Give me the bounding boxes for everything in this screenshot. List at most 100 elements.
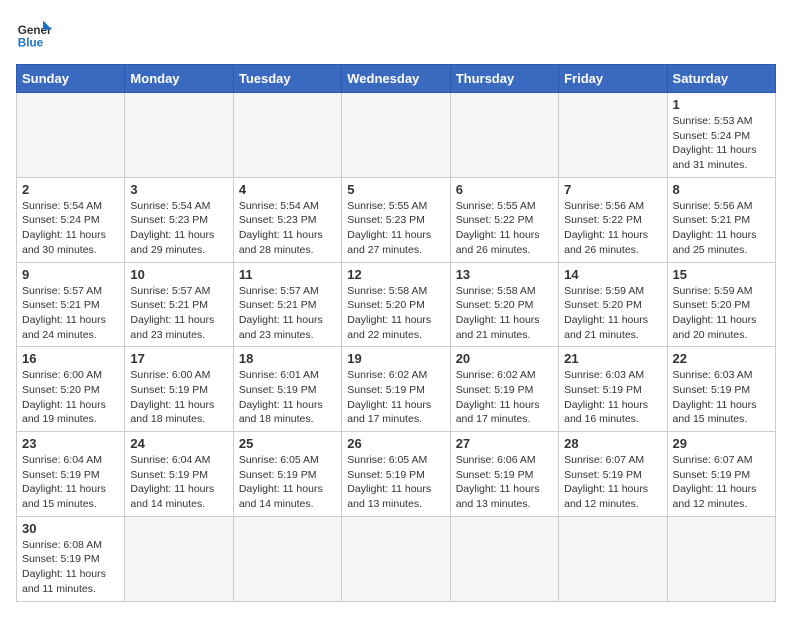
weekday-header-thursday: Thursday <box>450 65 558 93</box>
day-info: Sunrise: 5:55 AM Sunset: 5:22 PM Dayligh… <box>456 199 553 258</box>
day-info: Sunrise: 5:54 AM Sunset: 5:23 PM Dayligh… <box>239 199 336 258</box>
day-number: 20 <box>456 351 553 366</box>
day-number: 16 <box>22 351 119 366</box>
day-info: Sunrise: 6:07 AM Sunset: 5:19 PM Dayligh… <box>564 453 661 512</box>
day-number: 1 <box>673 97 770 112</box>
day-number: 11 <box>239 267 336 282</box>
day-number: 19 <box>347 351 444 366</box>
calendar-cell <box>559 93 667 178</box>
header: General Blue <box>16 16 776 52</box>
day-info: Sunrise: 6:02 AM Sunset: 5:19 PM Dayligh… <box>456 368 553 427</box>
day-info: Sunrise: 5:58 AM Sunset: 5:20 PM Dayligh… <box>456 284 553 343</box>
day-info: Sunrise: 6:05 AM Sunset: 5:19 PM Dayligh… <box>239 453 336 512</box>
day-number: 26 <box>347 436 444 451</box>
day-number: 13 <box>456 267 553 282</box>
day-info: Sunrise: 5:56 AM Sunset: 5:22 PM Dayligh… <box>564 199 661 258</box>
day-info: Sunrise: 6:03 AM Sunset: 5:19 PM Dayligh… <box>673 368 770 427</box>
calendar-cell: 25 Sunrise: 6:05 AM Sunset: 5:19 PM Dayli… <box>233 432 341 517</box>
day-info: Sunrise: 5:59 AM Sunset: 5:20 PM Dayligh… <box>673 284 770 343</box>
calendar-cell: 22 Sunrise: 6:03 AM Sunset: 5:19 PM Dayli… <box>667 347 775 432</box>
calendar-cell: 12 Sunrise: 5:58 AM Sunset: 5:20 PM Dayli… <box>342 262 450 347</box>
weekday-header-monday: Monday <box>125 65 233 93</box>
calendar-cell: 29Sunrise: 6:07 AM Sunset: 5:19 PM Dayli… <box>667 432 775 517</box>
day-info: Sunrise: 6:07 AM Sunset: 5:19 PM Dayligh… <box>673 453 770 512</box>
day-info: Sunrise: 5:53 AM Sunset: 5:24 PM Dayligh… <box>673 114 770 173</box>
day-number: 21 <box>564 351 661 366</box>
calendar-cell: 1 Sunrise: 5:53 AM Sunset: 5:24 PM Daylig… <box>667 93 775 178</box>
day-number: 8 <box>673 182 770 197</box>
logo: General Blue <box>16 16 52 52</box>
calendar-cell: 15 Sunrise: 5:59 AM Sunset: 5:20 PM Dayli… <box>667 262 775 347</box>
calendar-cell: 19 Sunrise: 6:02 AM Sunset: 5:19 PM Dayli… <box>342 347 450 432</box>
day-info: Sunrise: 6:04 AM Sunset: 5:19 PM Dayligh… <box>130 453 227 512</box>
day-number: 10 <box>130 267 227 282</box>
calendar-cell: 20 Sunrise: 6:02 AM Sunset: 5:19 PM Dayli… <box>450 347 558 432</box>
calendar-cell: 2 Sunrise: 5:54 AM Sunset: 5:24 PM Daylig… <box>17 177 125 262</box>
calendar-cell: 27 Sunrise: 6:06 AM Sunset: 5:19 PM Dayli… <box>450 432 558 517</box>
day-number: 9 <box>22 267 119 282</box>
day-number: 27 <box>456 436 553 451</box>
day-number: 17 <box>130 351 227 366</box>
calendar-cell: 30 Sunrise: 6:08 AM Sunset: 5:19 PM Dayli… <box>17 516 125 601</box>
day-number: 30 <box>22 521 119 536</box>
day-number: 22 <box>673 351 770 366</box>
calendar-cell: 16 Sunrise: 6:00 AM Sunset: 5:20 PM Dayli… <box>17 347 125 432</box>
day-info: Sunrise: 5:55 AM Sunset: 5:23 PM Dayligh… <box>347 199 444 258</box>
calendar-cell <box>233 516 341 601</box>
calendar-cell: 4 Sunrise: 5:54 AM Sunset: 5:23 PM Daylig… <box>233 177 341 262</box>
day-info: Sunrise: 5:59 AM Sunset: 5:20 PM Dayligh… <box>564 284 661 343</box>
calendar-cell: 23 Sunrise: 6:04 AM Sunset: 5:19 PM Dayli… <box>17 432 125 517</box>
day-number: 15 <box>673 267 770 282</box>
logo-icon: General Blue <box>16 16 52 52</box>
calendar-cell: 3 Sunrise: 5:54 AM Sunset: 5:23 PM Daylig… <box>125 177 233 262</box>
day-info: Sunrise: 5:58 AM Sunset: 5:20 PM Dayligh… <box>347 284 444 343</box>
day-number: 4 <box>239 182 336 197</box>
day-info: Sunrise: 6:00 AM Sunset: 5:20 PM Dayligh… <box>22 368 119 427</box>
calendar-cell: 8 Sunrise: 5:56 AM Sunset: 5:21 PM Daylig… <box>667 177 775 262</box>
day-info: Sunrise: 6:02 AM Sunset: 5:19 PM Dayligh… <box>347 368 444 427</box>
calendar-cell: 14Sunrise: 5:59 AM Sunset: 5:20 PM Dayli… <box>559 262 667 347</box>
calendar-cell: 18 Sunrise: 6:01 AM Sunset: 5:19 PM Dayli… <box>233 347 341 432</box>
weekday-header-sunday: Sunday <box>17 65 125 93</box>
day-info: Sunrise: 6:01 AM Sunset: 5:19 PM Dayligh… <box>239 368 336 427</box>
day-number: 28 <box>564 436 661 451</box>
calendar-cell: 9 Sunrise: 5:57 AM Sunset: 5:21 PM Daylig… <box>17 262 125 347</box>
calendar-cell <box>125 93 233 178</box>
day-info: Sunrise: 5:54 AM Sunset: 5:24 PM Dayligh… <box>22 199 119 258</box>
calendar-cell: 5 Sunrise: 5:55 AM Sunset: 5:23 PM Daylig… <box>342 177 450 262</box>
weekday-header-wednesday: Wednesday <box>342 65 450 93</box>
calendar-cell: 17 Sunrise: 6:00 AM Sunset: 5:19 PM Dayli… <box>125 347 233 432</box>
calendar-cell: 6 Sunrise: 5:55 AM Sunset: 5:22 PM Daylig… <box>450 177 558 262</box>
day-number: 6 <box>456 182 553 197</box>
day-info: Sunrise: 6:05 AM Sunset: 5:19 PM Dayligh… <box>347 453 444 512</box>
calendar-cell <box>233 93 341 178</box>
day-number: 24 <box>130 436 227 451</box>
day-number: 12 <box>347 267 444 282</box>
calendar-cell: 21 Sunrise: 6:03 AM Sunset: 5:19 PM Dayli… <box>559 347 667 432</box>
calendar-cell: 7 Sunrise: 5:56 AM Sunset: 5:22 PM Daylig… <box>559 177 667 262</box>
calendar-cell <box>667 516 775 601</box>
day-info: Sunrise: 6:08 AM Sunset: 5:19 PM Dayligh… <box>22 538 119 597</box>
calendar-cell <box>17 93 125 178</box>
calendar-cell <box>342 93 450 178</box>
day-number: 5 <box>347 182 444 197</box>
weekday-header-friday: Friday <box>559 65 667 93</box>
day-info: Sunrise: 5:57 AM Sunset: 5:21 PM Dayligh… <box>22 284 119 343</box>
day-number: 3 <box>130 182 227 197</box>
calendar-cell <box>450 93 558 178</box>
day-info: Sunrise: 5:57 AM Sunset: 5:21 PM Dayligh… <box>239 284 336 343</box>
day-info: Sunrise: 6:03 AM Sunset: 5:19 PM Dayligh… <box>564 368 661 427</box>
day-info: Sunrise: 6:00 AM Sunset: 5:19 PM Dayligh… <box>130 368 227 427</box>
day-info: Sunrise: 5:56 AM Sunset: 5:21 PM Dayligh… <box>673 199 770 258</box>
day-number: 2 <box>22 182 119 197</box>
calendar-cell: 10Sunrise: 5:57 AM Sunset: 5:21 PM Dayli… <box>125 262 233 347</box>
day-info: Sunrise: 6:04 AM Sunset: 5:19 PM Dayligh… <box>22 453 119 512</box>
day-number: 25 <box>239 436 336 451</box>
day-number: 23 <box>22 436 119 451</box>
calendar-cell <box>125 516 233 601</box>
day-info: Sunrise: 5:54 AM Sunset: 5:23 PM Dayligh… <box>130 199 227 258</box>
day-number: 18 <box>239 351 336 366</box>
day-number: 7 <box>564 182 661 197</box>
svg-text:Blue: Blue <box>18 37 44 50</box>
day-info: Sunrise: 6:06 AM Sunset: 5:19 PM Dayligh… <box>456 453 553 512</box>
